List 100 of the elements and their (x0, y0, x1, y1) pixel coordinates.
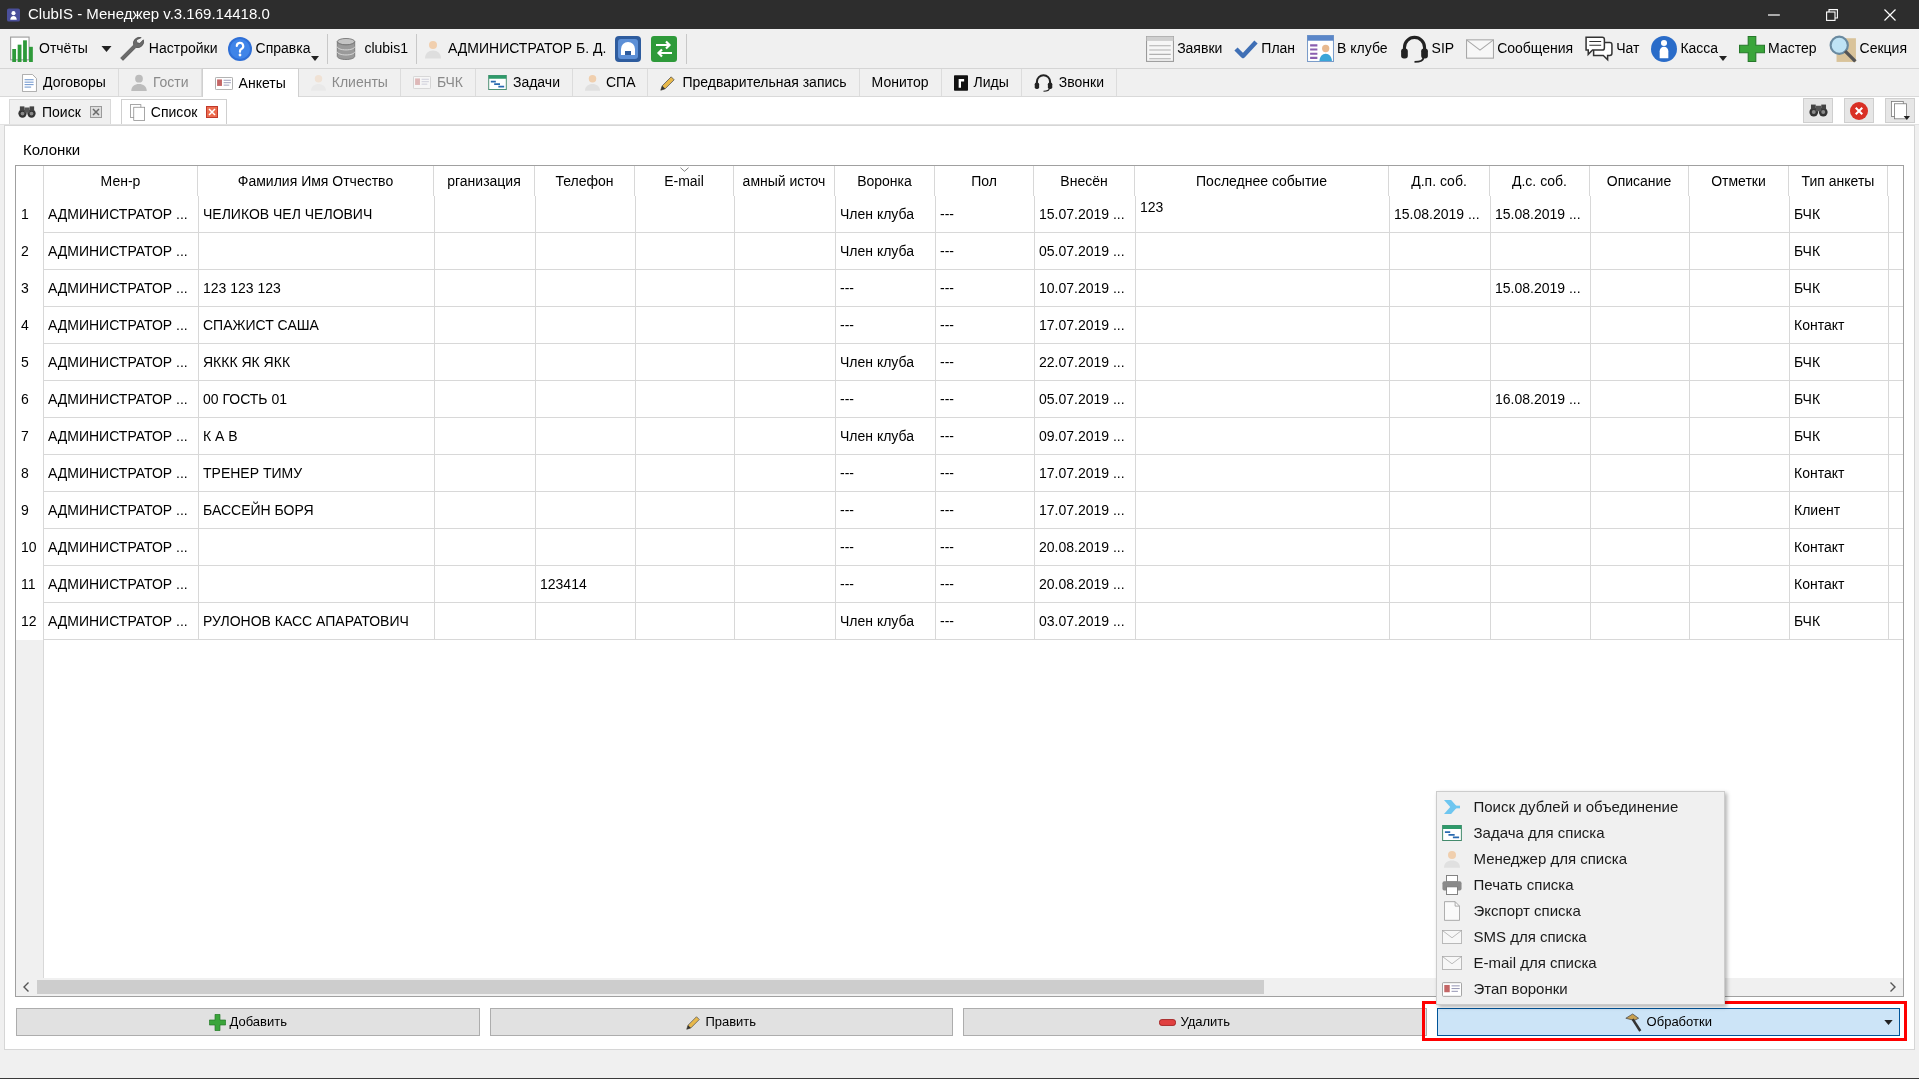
toolbar-button[interactable]: Заявки (1146, 31, 1223, 66)
toolbar-button[interactable]: Сообщения (1466, 31, 1574, 66)
column-header[interactable]: Отметки (1689, 166, 1789, 196)
toolbar-button[interactable]: Справка (226, 31, 320, 66)
toolbar-button[interactable]: Секция (1828, 31, 1907, 66)
column-header[interactable]: рганизация (434, 166, 535, 196)
toolbar-button[interactable]: Касса (1651, 31, 1728, 66)
table-cell: --- (836, 455, 936, 492)
table-cell: --- (936, 492, 1035, 529)
pages-button[interactable] (1885, 98, 1915, 123)
table-cell: --- (836, 381, 936, 418)
toolbar-button[interactable]: SIP (1399, 31, 1455, 66)
table-cell: ТРЕНЕР ТИМУ (199, 455, 435, 492)
toolbar-button[interactable]: Отчёты (8, 31, 97, 66)
tab[interactable]: Анкеты (201, 68, 299, 97)
menu-item[interactable]: Поиск дублей и объединение (1436, 794, 1724, 820)
table-cell: АДМИНИСТРАТОР ... (44, 418, 199, 455)
column-header[interactable]: Описание (1590, 166, 1689, 196)
table-cell: 09.07.2019 ... (1035, 418, 1136, 455)
close-button[interactable] (1844, 98, 1874, 123)
menu-item[interactable]: Печать списка (1436, 872, 1724, 898)
search-icon (1828, 34, 1857, 63)
caret-icon (1884, 1020, 1893, 1025)
column-header[interactable]: Фамилия Имя Отчество (198, 166, 434, 196)
column-header[interactable]: Д.с. соб. (1490, 166, 1590, 196)
column-header[interactable]: Д.п. соб. (1389, 166, 1490, 196)
add-button[interactable]: Добавить (16, 1008, 480, 1036)
table-cell: --- (836, 492, 936, 529)
column-header[interactable]: Тип анкеты (1789, 166, 1888, 196)
table-cell: БАССЕЙН БОРЯ (199, 492, 435, 529)
edit-button[interactable]: Править (489, 1008, 953, 1036)
table-cell: Член клуба (836, 418, 936, 455)
table-cell: АДМИНИСТРАТОР ... (44, 566, 199, 603)
table-cell: 123 123 123 (199, 270, 435, 307)
database-button[interactable]: clubis1 (336, 31, 409, 66)
tab[interactable]: Звонки (1021, 69, 1118, 96)
tab[interactable]: Лиды (941, 69, 1022, 96)
table-cell: БЧК (1790, 418, 1889, 455)
tab[interactable]: Поиск (9, 99, 111, 124)
binoculars-button[interactable] (1803, 98, 1833, 123)
wrench-icon (118, 35, 145, 62)
column-header[interactable]: E-mail (635, 166, 734, 196)
row-number: 11 (16, 566, 44, 603)
table-cell: --- (936, 233, 1035, 270)
pencil-icon (686, 1014, 702, 1030)
column-header[interactable]: Последнее событие (1135, 166, 1389, 196)
delete-button[interactable]: Удалить (963, 1008, 1427, 1036)
chevron-left-icon (23, 982, 29, 992)
tab[interactable]: СПА (572, 69, 649, 96)
tab[interactable]: Предварительная запись (648, 69, 860, 96)
tab[interactable]: Задачи (475, 69, 573, 96)
person-icon (584, 74, 600, 91)
table-cell: Член клуба (836, 603, 936, 640)
list-icon (1146, 35, 1175, 62)
menu-item[interactable]: SMS для списка (1436, 924, 1724, 950)
tab[interactable]: Монитор (859, 69, 942, 96)
caret-icon (101, 45, 113, 52)
restore-icon (1826, 8, 1838, 21)
lock-button[interactable] (614, 34, 643, 63)
toolbar-button[interactable]: Настройки (117, 31, 227, 66)
row-number: 6 (16, 381, 44, 418)
column-header[interactable]: Пол (935, 166, 1034, 196)
menu-item[interactable]: E-mail для списка (1436, 950, 1724, 976)
document-icon (22, 73, 37, 92)
user-button[interactable]: АДМИНИСТРАТОР Б. Д. (425, 31, 607, 66)
column-header[interactable]: Внесён (1034, 166, 1135, 196)
scrollbar-thumb[interactable] (37, 980, 1264, 994)
table-cell: АДМИНИСТРАТОР ... (44, 270, 199, 307)
menu-item[interactable]: Этап воронки (1436, 976, 1724, 1002)
row-number: 2 (16, 233, 44, 270)
window-title: ClubIS - Менеджер v.3.169.14418.0 (28, 4, 270, 25)
exchange-button[interactable] (650, 34, 679, 63)
table-cell: БЧК (1790, 196, 1889, 233)
chevron-right-icon (1890, 982, 1896, 992)
table-cell: ЯККК ЯК ЯКК (199, 344, 435, 381)
toolbar-button[interactable]: План (1234, 31, 1296, 66)
toolbar-button[interactable]: Мастер (1739, 31, 1817, 66)
envelope-icon (1441, 956, 1462, 970)
table-cell: БЧК (1790, 344, 1889, 381)
table-cell: 05.07.2019 ... (1035, 381, 1136, 418)
envelope-icon (1441, 930, 1462, 944)
tab[interactable]: Договоры (10, 69, 119, 96)
column-header[interactable]: Воронка (835, 166, 935, 196)
processing-button[interactable]: Обработки (1436, 1008, 1900, 1036)
menu-item[interactable]: Экспорт списка (1436, 898, 1724, 924)
column-header[interactable]: Мен-р (43, 166, 198, 196)
table-cell: Контакт (1790, 566, 1889, 603)
toolbar-button[interactable]: Чат (1585, 31, 1640, 66)
table-cell: 20.08.2019 ... (1035, 566, 1136, 603)
column-header[interactable]: амный источ (734, 166, 835, 196)
table-cell: Контакт (1790, 307, 1889, 344)
table-cell: 123414 (536, 566, 636, 603)
table-cell: --- (936, 418, 1035, 455)
menu-item[interactable]: Задача для списка (1436, 820, 1724, 846)
binoculars-icon (1808, 104, 1828, 117)
tab[interactable]: Список (120, 99, 228, 124)
menu-item[interactable]: Менеджер для списка (1436, 846, 1724, 872)
table-cell: --- (936, 381, 1035, 418)
column-header[interactable]: Телефон (535, 166, 635, 196)
toolbar-button[interactable]: В клубе (1307, 31, 1388, 66)
